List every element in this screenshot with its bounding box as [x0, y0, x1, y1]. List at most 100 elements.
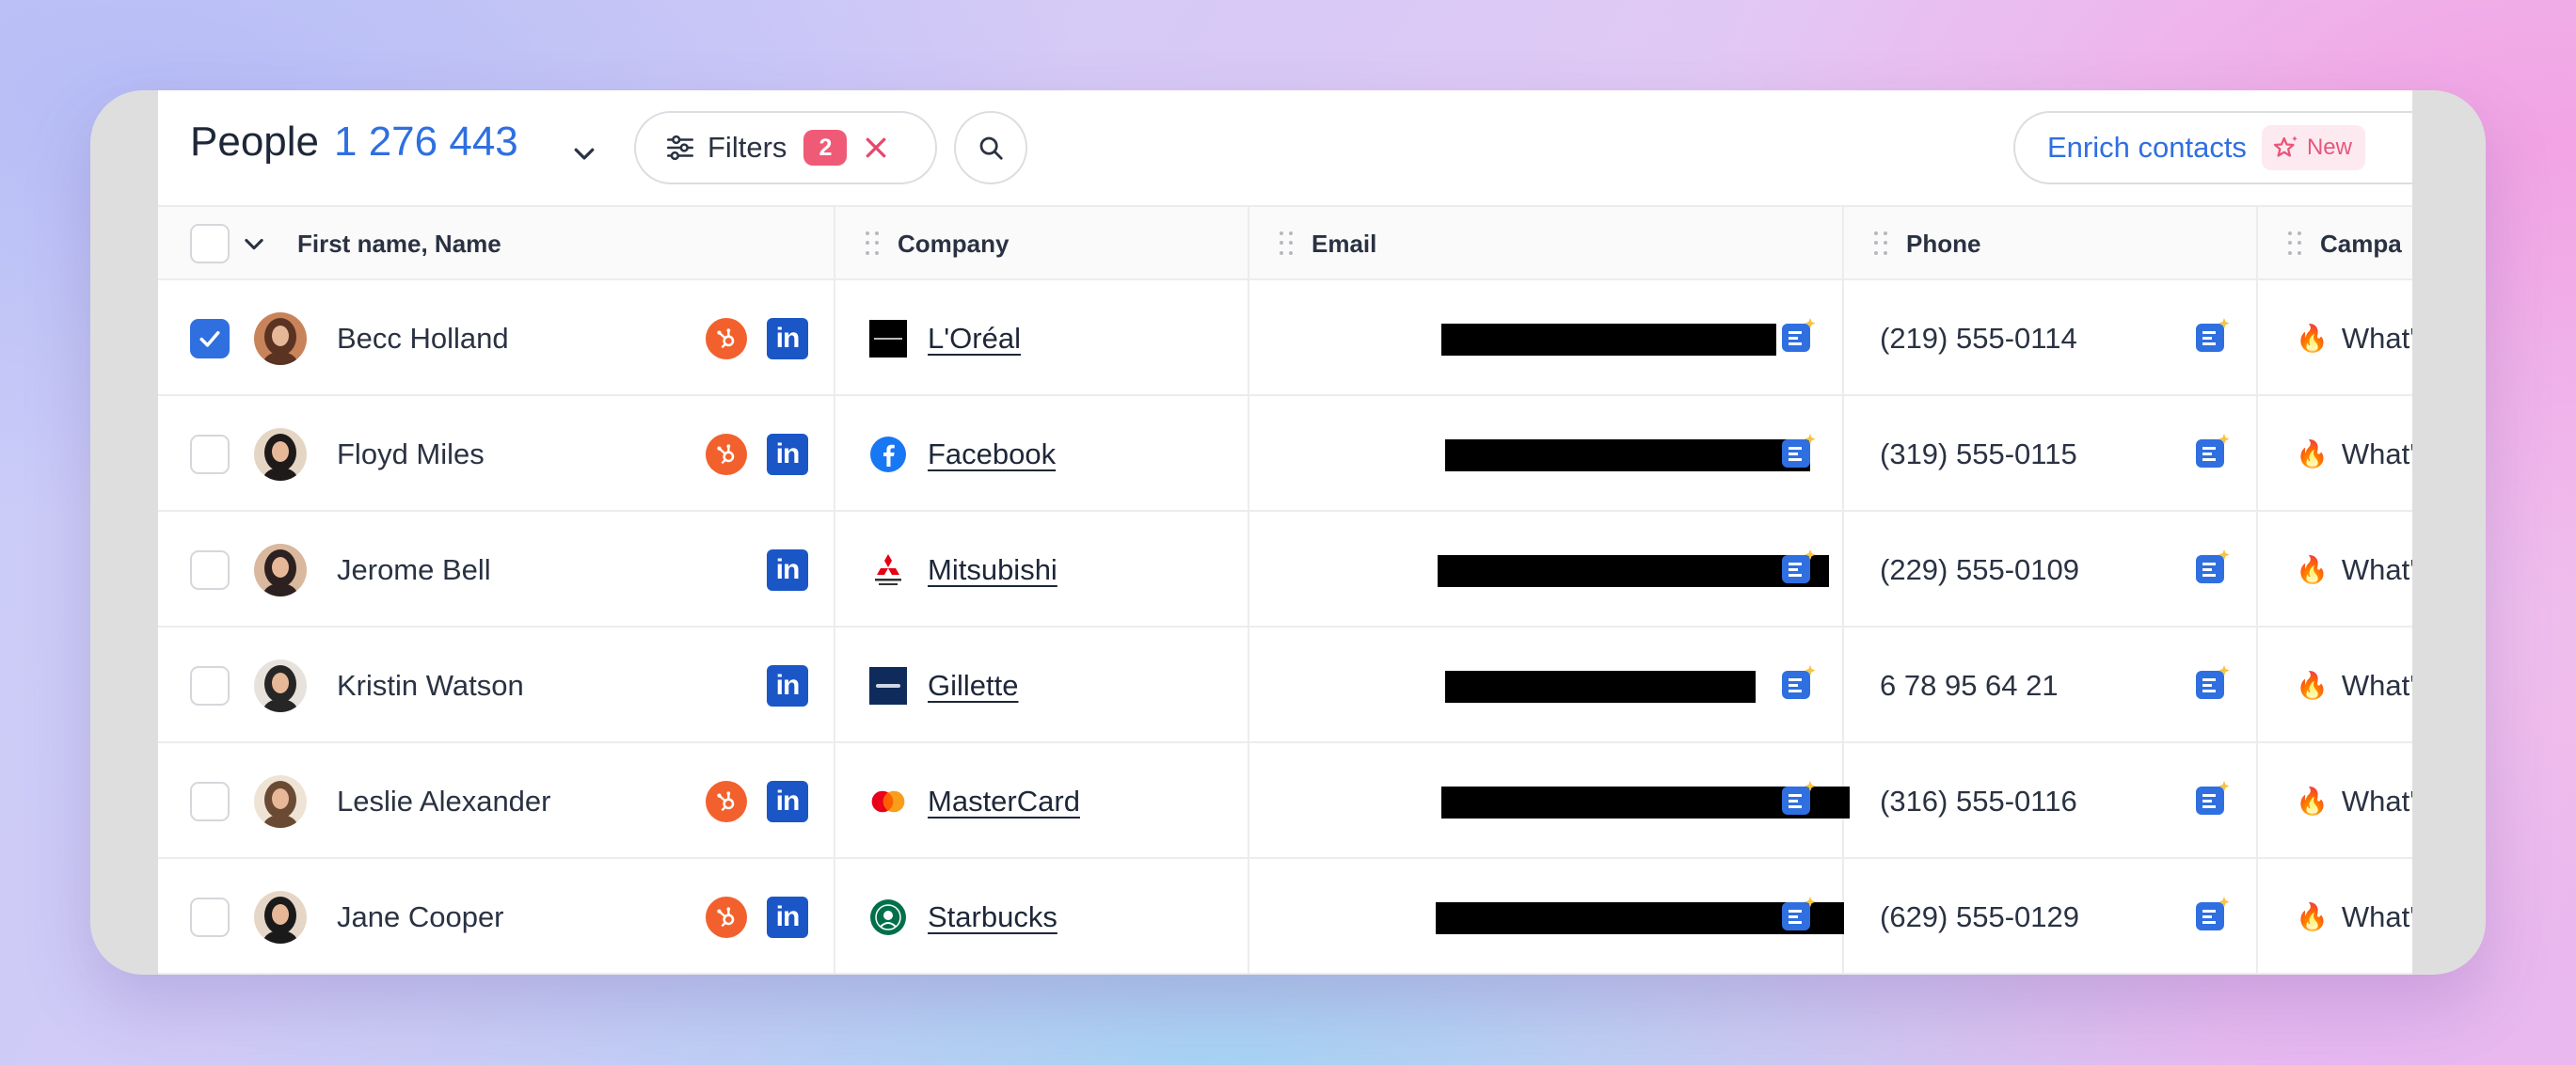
enrich-phone-icon[interactable] [2192, 548, 2234, 589]
hubspot-icon[interactable] [706, 897, 747, 938]
filters-count-badge: 2 [803, 130, 848, 166]
linkedin-icon[interactable]: in [767, 318, 808, 359]
hubspot-icon[interactable] [706, 318, 747, 359]
phone-number[interactable]: (229) 555-0109 [1880, 512, 2079, 628]
fire-icon: 🔥 [2296, 671, 2329, 700]
email-redacted [1438, 555, 1829, 587]
linkedin-icon[interactable]: in [767, 434, 808, 475]
company-link[interactable]: Facebook [928, 396, 1056, 512]
campaign-name: What' [2341, 668, 2412, 702]
table-row[interactable]: Floyd Miles in Facebook (319) 555-0115 🔥… [158, 396, 2412, 512]
people-panel: People 1 276 443 Filters 2 Enrich contac… [158, 90, 2412, 975]
row-checkbox[interactable] [190, 318, 230, 358]
close-icon[interactable] [862, 134, 890, 162]
company-link[interactable]: MasterCard [928, 743, 1080, 859]
new-label: New [2306, 135, 2352, 160]
phone-number[interactable]: (219) 555-0114 [1880, 280, 2077, 396]
campaign-cell[interactable]: 🔥 What' [2296, 396, 2412, 512]
column-header-name[interactable]: First name, Name [297, 207, 501, 280]
company-name: Mitsubishi [928, 552, 1057, 586]
company-link[interactable]: Starbucks [928, 859, 1057, 975]
column-header-phone-label: Phone [1906, 229, 1981, 258]
contact-name[interactable]: Jerome Bell [337, 512, 491, 628]
table-row[interactable]: Jerome Bell in Mitsubishi (229) 555-0109… [158, 512, 2412, 628]
row-checkbox-cell [190, 280, 230, 396]
contact-name[interactable]: Floyd Miles [337, 396, 485, 512]
campaign-name: What' [2341, 899, 2412, 933]
linkedin-icon[interactable]: in [767, 781, 808, 822]
campaign-cell[interactable]: 🔥 What' [2296, 280, 2412, 396]
row-checkbox[interactable] [190, 549, 230, 590]
enrich-email-icon[interactable] [1778, 548, 1820, 589]
avatar [254, 775, 307, 828]
row-checkbox[interactable] [190, 897, 230, 937]
contact-name[interactable]: Jane Cooper [337, 859, 504, 975]
table-row[interactable]: Jane Cooper in Starbucks (629) 555-0129 … [158, 859, 2412, 975]
enrich-phone-icon[interactable] [2192, 779, 2234, 820]
campaign-cell[interactable]: 🔥 What' [2296, 859, 2412, 975]
row-checkbox[interactable] [190, 434, 230, 474]
row-checkbox-cell [190, 628, 230, 743]
phone-number[interactable]: 6 78 95 64 21 [1880, 628, 2059, 743]
row-checkbox[interactable] [190, 665, 230, 706]
column-header-phone[interactable]: Phone [1874, 207, 1980, 280]
linkedin-icon[interactable]: in [767, 665, 808, 707]
company-link[interactable]: Mitsubishi [928, 512, 1057, 628]
campaign-cell[interactable]: 🔥 What' [2296, 512, 2412, 628]
company-link[interactable]: L'Oréal [928, 280, 1021, 396]
column-header-company[interactable]: Company [866, 207, 1009, 280]
table-row[interactable]: Becc Holland in L'Oréal (219) 555-0114 🔥… [158, 280, 2412, 396]
drag-handle-icon[interactable] [866, 231, 879, 256]
search-button[interactable] [954, 111, 1027, 184]
enrich-phone-icon[interactable] [2192, 895, 2234, 936]
enrich-phone-icon[interactable] [2192, 663, 2234, 705]
company-link[interactable]: Gillette [928, 628, 1018, 743]
fire-icon: 🔥 [2296, 324, 2329, 353]
drag-handle-icon[interactable] [1280, 231, 1293, 256]
fire-icon: 🔥 [2296, 787, 2329, 816]
drag-handle-icon[interactable] [2288, 231, 2301, 256]
enrich-contacts-button[interactable]: Enrich contacts New [2013, 111, 2412, 184]
hubspot-icon[interactable] [706, 781, 747, 822]
linkedin-icon[interactable]: in [767, 549, 808, 591]
drag-handle-icon[interactable] [1874, 231, 1887, 256]
chevron-down-icon[interactable] [570, 139, 598, 167]
column-header-email[interactable]: Email [1280, 207, 1376, 280]
row-checkbox-cell [190, 859, 230, 975]
enrich-email-icon[interactable] [1778, 895, 1820, 936]
mitsubishi-logo [869, 551, 907, 589]
select-all-checkbox[interactable] [190, 224, 230, 263]
enrich-email-icon[interactable] [1778, 316, 1820, 358]
enrich-email-icon[interactable] [1778, 432, 1820, 473]
avatar [254, 660, 307, 712]
email-redacted [1445, 671, 1756, 703]
filters-button[interactable]: Filters 2 [634, 111, 937, 184]
campaign-name: What' [2341, 552, 2412, 586]
campaign-cell[interactable]: 🔥 What' [2296, 743, 2412, 859]
enrich-phone-icon[interactable] [2192, 432, 2234, 473]
chevron-down-icon[interactable] [241, 230, 267, 257]
column-header-company-label: Company [898, 229, 1010, 258]
phone-number[interactable]: (319) 555-0115 [1880, 396, 2077, 512]
contact-name[interactable]: Becc Holland [337, 280, 509, 396]
starbucks-logo [869, 898, 907, 936]
contact-name[interactable]: Leslie Alexander [337, 743, 551, 859]
table-row[interactable]: Kristin Watson in Gillette 6 78 95 64 21… [158, 628, 2412, 743]
contact-name[interactable]: Kristin Watson [337, 628, 524, 743]
enrich-phone-icon[interactable] [2192, 316, 2234, 358]
row-checkbox[interactable] [190, 781, 230, 821]
company-name: Facebook [928, 437, 1057, 470]
enrich-email-icon[interactable] [1778, 779, 1820, 820]
enrich-email-icon[interactable] [1778, 663, 1820, 705]
search-icon [979, 136, 1003, 160]
company-name: Starbucks [928, 899, 1057, 933]
hubspot-icon[interactable] [706, 434, 747, 475]
phone-number[interactable]: (316) 555-0116 [1880, 743, 2077, 859]
phone-number[interactable]: (629) 555-0129 [1880, 859, 2079, 975]
table-row[interactable]: Leslie Alexander in MasterCard (316) 555… [158, 743, 2412, 859]
linkedin-icon[interactable]: in [767, 897, 808, 938]
campaign-cell[interactable]: 🔥 What' [2296, 628, 2412, 743]
column-header-campaign[interactable]: Campa [2288, 207, 2402, 280]
avatar [254, 312, 307, 365]
company-name: Gillette [928, 668, 1019, 702]
